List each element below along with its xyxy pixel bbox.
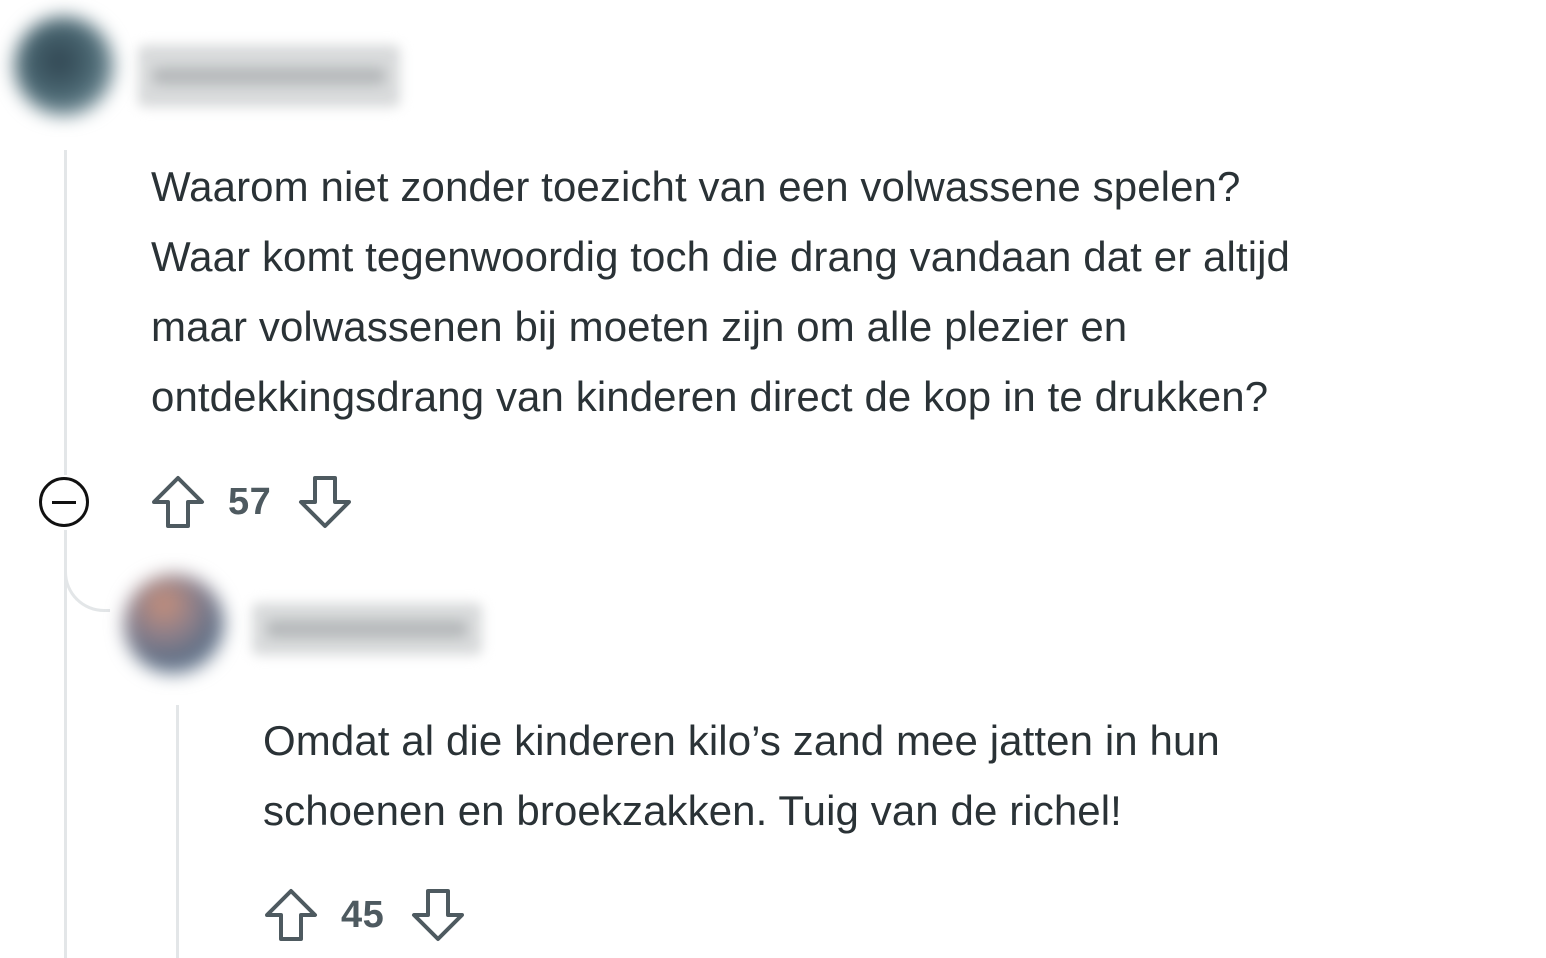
- thread-line-top-comment[interactable]: [64, 150, 67, 475]
- downvote-arrow-icon: [412, 889, 465, 941]
- comment-body-line: schoenen en broekzakken. Tuig van de ric…: [263, 787, 1122, 834]
- avatar[interactable]: [124, 574, 224, 674]
- avatar[interactable]: [14, 16, 114, 116]
- reply-connector-line: [64, 560, 110, 612]
- comment-body-line: Waarom niet zonder toezicht van een volw…: [151, 163, 1241, 210]
- comment-body-line: Waar komt tegenwoordig toch die drang va…: [151, 233, 1291, 280]
- downvote-arrow-icon: [299, 476, 352, 528]
- collapse-minus-icon: [52, 500, 76, 504]
- username-redacted[interactable]: [252, 603, 482, 655]
- comment-body-line: ontdekkingsdrang van kinderen direct de …: [151, 373, 1269, 420]
- collapse-thread-button[interactable]: [39, 477, 89, 527]
- comment-body-line: Omdat al die kinderen kilo’s zand mee ja…: [263, 717, 1220, 764]
- vote-bar: 57: [148, 472, 355, 532]
- downvote-button[interactable]: [295, 472, 355, 532]
- vote-bar: 45: [261, 885, 468, 945]
- thread-line-reply[interactable]: [176, 705, 179, 958]
- comment-body: Omdat al die kinderen kilo’s zand mee ja…: [263, 706, 1220, 846]
- vote-score: 45: [341, 893, 385, 936]
- upvote-arrow-icon: [265, 889, 317, 941]
- username-redacted[interactable]: [138, 45, 400, 107]
- comment-body: Waarom niet zonder toezicht van een volw…: [151, 152, 1290, 432]
- comment-body-line: maar volwassenen bij moeten zijn om alle…: [151, 303, 1128, 350]
- thread-line-top-comment-lower[interactable]: [64, 530, 67, 958]
- downvote-button[interactable]: [408, 885, 468, 945]
- vote-score: 57: [228, 480, 272, 523]
- upvote-button[interactable]: [261, 885, 321, 945]
- upvote-arrow-icon: [152, 476, 204, 528]
- upvote-button[interactable]: [148, 472, 208, 532]
